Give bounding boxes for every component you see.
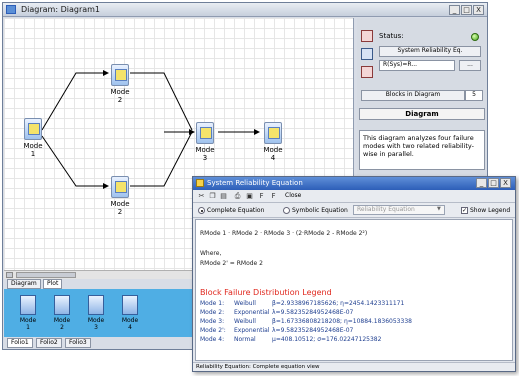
preview-icon[interactable]: ▣	[245, 192, 254, 201]
palette-block-4-label: Mode 4	[121, 317, 139, 331]
equation-field[interactable]: R(Sys)=R...	[379, 60, 455, 71]
status-label: Status:	[379, 32, 404, 40]
block-mode-4[interactable]	[264, 122, 282, 144]
font-icon[interactable]: F	[257, 192, 266, 201]
status-ok-icon	[471, 33, 479, 41]
block-mode-4-label: Mode 4	[263, 146, 283, 162]
complete-equation-radio[interactable]	[198, 207, 205, 214]
description-header: Diagram	[359, 108, 485, 120]
palette-block-2[interactable]	[54, 295, 70, 315]
copy-icon[interactable]: ❐	[208, 192, 217, 201]
where-label: Where,	[200, 250, 222, 257]
block-mode-1-label: Mode 1	[23, 142, 43, 158]
blocks-in-diagram-label: Blocks in Diagram	[361, 90, 465, 101]
equation-body: RMode 1 · RMode 2 · RMode 3 · (2·RMode 2…	[195, 219, 513, 361]
rbd-icon[interactable]	[361, 30, 373, 42]
palette-block-3[interactable]	[88, 295, 104, 315]
close-button[interactable]: X	[473, 5, 484, 15]
tab-folio2[interactable]: Folio2	[36, 338, 62, 348]
print-icon[interactable]: ⎙	[233, 192, 242, 201]
block-mode-1[interactable]	[24, 118, 42, 140]
complete-equation-label: Complete Equation	[207, 207, 265, 214]
reliability-status-bar: Reliability Equation: Complete equation …	[193, 362, 515, 371]
paste-icon[interactable]: ▤	[219, 192, 228, 201]
block-mode-2-bottom[interactable]	[111, 176, 129, 198]
palette-block-1-label: Mode 1	[19, 317, 37, 331]
block-mode-2-bottom-label: Mode 2	[110, 200, 130, 216]
rel-close-button[interactable]: X	[500, 178, 511, 188]
equation-app-icon	[196, 179, 204, 187]
legend-title: Block Failure Distribution Legend	[200, 288, 332, 297]
where-equation: RMode 2' = RMode 2	[200, 260, 263, 267]
edit-icon[interactable]	[361, 48, 373, 60]
diagram-window-title: Diagram: Diagram1	[21, 5, 101, 14]
scroll-thumb[interactable]	[16, 272, 76, 278]
block-mode-3[interactable]	[196, 122, 214, 144]
tab-folio3[interactable]: Folio3	[65, 338, 91, 348]
block-mode-2-top-label: Mode 2	[110, 88, 130, 104]
palette-block-3-label: Mode 3	[87, 317, 105, 331]
cut-icon[interactable]: ✂	[197, 192, 206, 201]
block-mode-2-top[interactable]	[111, 64, 129, 86]
palette-block-1[interactable]	[20, 295, 36, 315]
description-text: This diagram analyzes four failure modes…	[363, 134, 475, 158]
system-reliability-eq-button[interactable]: System Reliability Eq.	[379, 46, 481, 57]
symbolic-equation-radio[interactable]	[283, 207, 290, 214]
maximize-button[interactable]: □	[461, 5, 472, 15]
tab-plot[interactable]: Plot	[43, 279, 63, 289]
show-legend-label: Show Legend	[470, 207, 511, 214]
reliability-toolbar: ✂ ❐ ▤ ⎙ ▣ F F Close	[193, 190, 515, 203]
pdf-icon[interactable]	[361, 66, 373, 78]
diagram-app-icon	[6, 5, 16, 14]
show-legend-checkbox[interactable]: ✓	[461, 207, 468, 214]
chevron-down-icon[interactable]: ▼	[437, 206, 444, 214]
rel-minimize-button[interactable]: _	[476, 178, 487, 188]
block-palette-panel: Mode 1 Mode 2 Mode 3 Mode 4	[4, 289, 199, 337]
palette-block-4[interactable]	[122, 295, 138, 315]
block-mode-3-label: Mode 3	[195, 146, 215, 162]
scroll-left-icon[interactable]	[6, 272, 13, 278]
diagram-title-bar[interactable]: Diagram: Diagram1 _ □ X	[3, 3, 487, 17]
equation-more-button[interactable]: ...	[459, 60, 481, 71]
format-icon[interactable]: F	[269, 192, 278, 201]
minimize-button[interactable]: _	[449, 5, 460, 15]
palette-block-2-label: Mode 2	[53, 317, 71, 331]
tab-diagram[interactable]: Diagram	[7, 279, 41, 289]
blocks-count: 5	[465, 90, 483, 101]
tab-folio1[interactable]: Folio1	[7, 338, 33, 348]
symbolic-equation-label: Symbolic Equation	[292, 207, 348, 214]
status-text: Reliability Equation: Complete equation …	[196, 364, 320, 370]
toolbar-close-button[interactable]: Close	[285, 192, 301, 199]
rel-maximize-button[interactable]: □	[488, 178, 499, 188]
reliability-title-bar[interactable]: System Reliability Equation _ □ X	[193, 177, 515, 190]
equation-options-bar: Complete Equation Symbolic Equation Reli…	[193, 203, 515, 218]
reliability-equation-window: System Reliability Equation _ □ X ✂ ❐ ▤ …	[192, 176, 516, 372]
description-box: This diagram analyzes four failure modes…	[359, 130, 485, 170]
system-equation: RMode 1 · RMode 2 · RMode 3 · (2·RMode 2…	[200, 230, 368, 237]
reliability-window-title: System Reliability Equation	[207, 179, 303, 187]
equation-type-dropdown[interactable]: Reliability Equation	[353, 205, 445, 215]
